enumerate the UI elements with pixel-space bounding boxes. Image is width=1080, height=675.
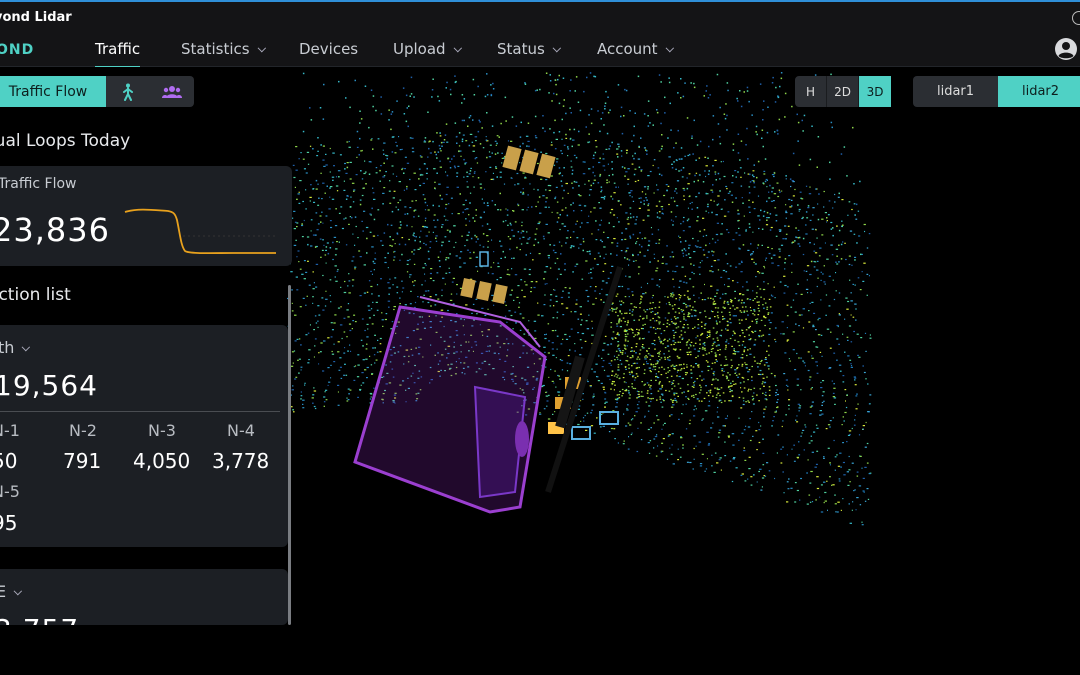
view-2d-button[interactable]: 2D <box>827 76 859 107</box>
north-cell-label: N-1 <box>0 421 20 440</box>
north-divider <box>0 411 280 412</box>
nav-traffic[interactable]: Traffic <box>95 40 141 68</box>
lidar2-button[interactable]: lidar2 <box>998 76 1080 107</box>
tab-pedestrian[interactable] <box>106 76 150 107</box>
brand-logo[interactable]: OND <box>0 42 34 58</box>
north-cell-label: N-3 <box>148 421 176 440</box>
detection-zones <box>353 296 547 514</box>
north-cell-value: 95 <box>0 511 18 535</box>
top-navigation: OND Traffic Statistics Devices Upload St… <box>0 33 1080 68</box>
nav-traffic-label: Traffic <box>95 40 141 58</box>
chevron-down-icon <box>13 586 23 596</box>
group-icon <box>162 85 182 98</box>
east-section-heading[interactable]: E <box>0 582 23 601</box>
view-mode-buttons: H 2D 3D <box>795 76 891 107</box>
north-heading-text: th <box>0 338 15 357</box>
north-cell-value: 3,778 <box>212 449 270 473</box>
north-section-heading[interactable]: th <box>0 338 31 357</box>
window-control-icon[interactable] <box>1072 11 1080 25</box>
chevron-down-icon <box>22 342 31 352</box>
nav-devices[interactable]: Devices <box>299 40 358 58</box>
user-avatar-icon[interactable] <box>1054 37 1078 61</box>
chevron-down-icon <box>453 43 462 53</box>
window-title-bar: yond Lidar <box>0 0 1080 33</box>
east-section-card[interactable]: E 3,757 <box>0 569 288 625</box>
east-heading-text: E <box>0 582 7 601</box>
chevron-down-icon <box>552 43 561 53</box>
north-cell-value: 50 <box>0 449 18 473</box>
nav-upload[interactable]: Upload <box>393 40 462 58</box>
north-cell-value: 791 <box>63 449 102 473</box>
pedestrian-icon <box>123 83 133 101</box>
viewport-footer-area <box>0 625 1080 675</box>
section-list-title: ection list <box>0 285 71 305</box>
virtual-loops-title: tual Loops Today <box>0 131 131 151</box>
chevron-down-icon <box>257 43 266 53</box>
east-section-total: 3,757 <box>0 613 79 625</box>
tab-traffic-flow-label: Traffic Flow <box>8 83 88 100</box>
app-title: yond Lidar <box>0 10 72 25</box>
panel-scrollbar[interactable] <box>288 285 291 625</box>
lidar1-button[interactable]: lidar1 <box>913 76 998 107</box>
nav-status[interactable]: Status <box>497 40 561 58</box>
tab-group[interactable] <box>150 76 194 107</box>
nav-statistics-label: Statistics <box>181 40 250 58</box>
lidar-selector: lidar1 lidar2 <box>913 76 1080 107</box>
north-cell-label: N-2 <box>69 421 97 440</box>
traffic-flow-card[interactable]: Traffic Flow 23,836 <box>0 166 292 266</box>
north-cell-value: 4,050 <box>133 449 191 473</box>
traffic-flow-value: 23,836 <box>0 211 110 249</box>
nav-upload-label: Upload <box>393 40 446 58</box>
view-3d-button[interactable]: 3D <box>859 76 891 107</box>
traffic-flow-label: Traffic Flow <box>0 176 77 192</box>
north-cell-label: N-5 <box>0 482 20 501</box>
nav-account-label: Account <box>597 40 658 58</box>
nav-status-label: Status <box>497 40 545 58</box>
nav-devices-label: Devices <box>299 40 359 58</box>
mode-tabs: Traffic Flow <box>0 76 194 107</box>
chevron-down-icon <box>665 43 674 53</box>
nav-statistics[interactable]: Statistics <box>181 40 266 58</box>
traffic-sparkline <box>124 208 276 255</box>
north-cell-label: N-4 <box>227 421 255 440</box>
north-section-card[interactable]: th 19,564 N-1 50 N-2 791 N-3 4,050 N-4 3… <box>0 325 288 547</box>
tab-traffic-flow[interactable]: Traffic Flow <box>0 76 106 107</box>
road-poles <box>545 266 623 493</box>
north-section-total: 19,564 <box>0 369 98 402</box>
view-h-button[interactable]: H <box>795 76 827 107</box>
nav-account[interactable]: Account <box>597 40 674 58</box>
